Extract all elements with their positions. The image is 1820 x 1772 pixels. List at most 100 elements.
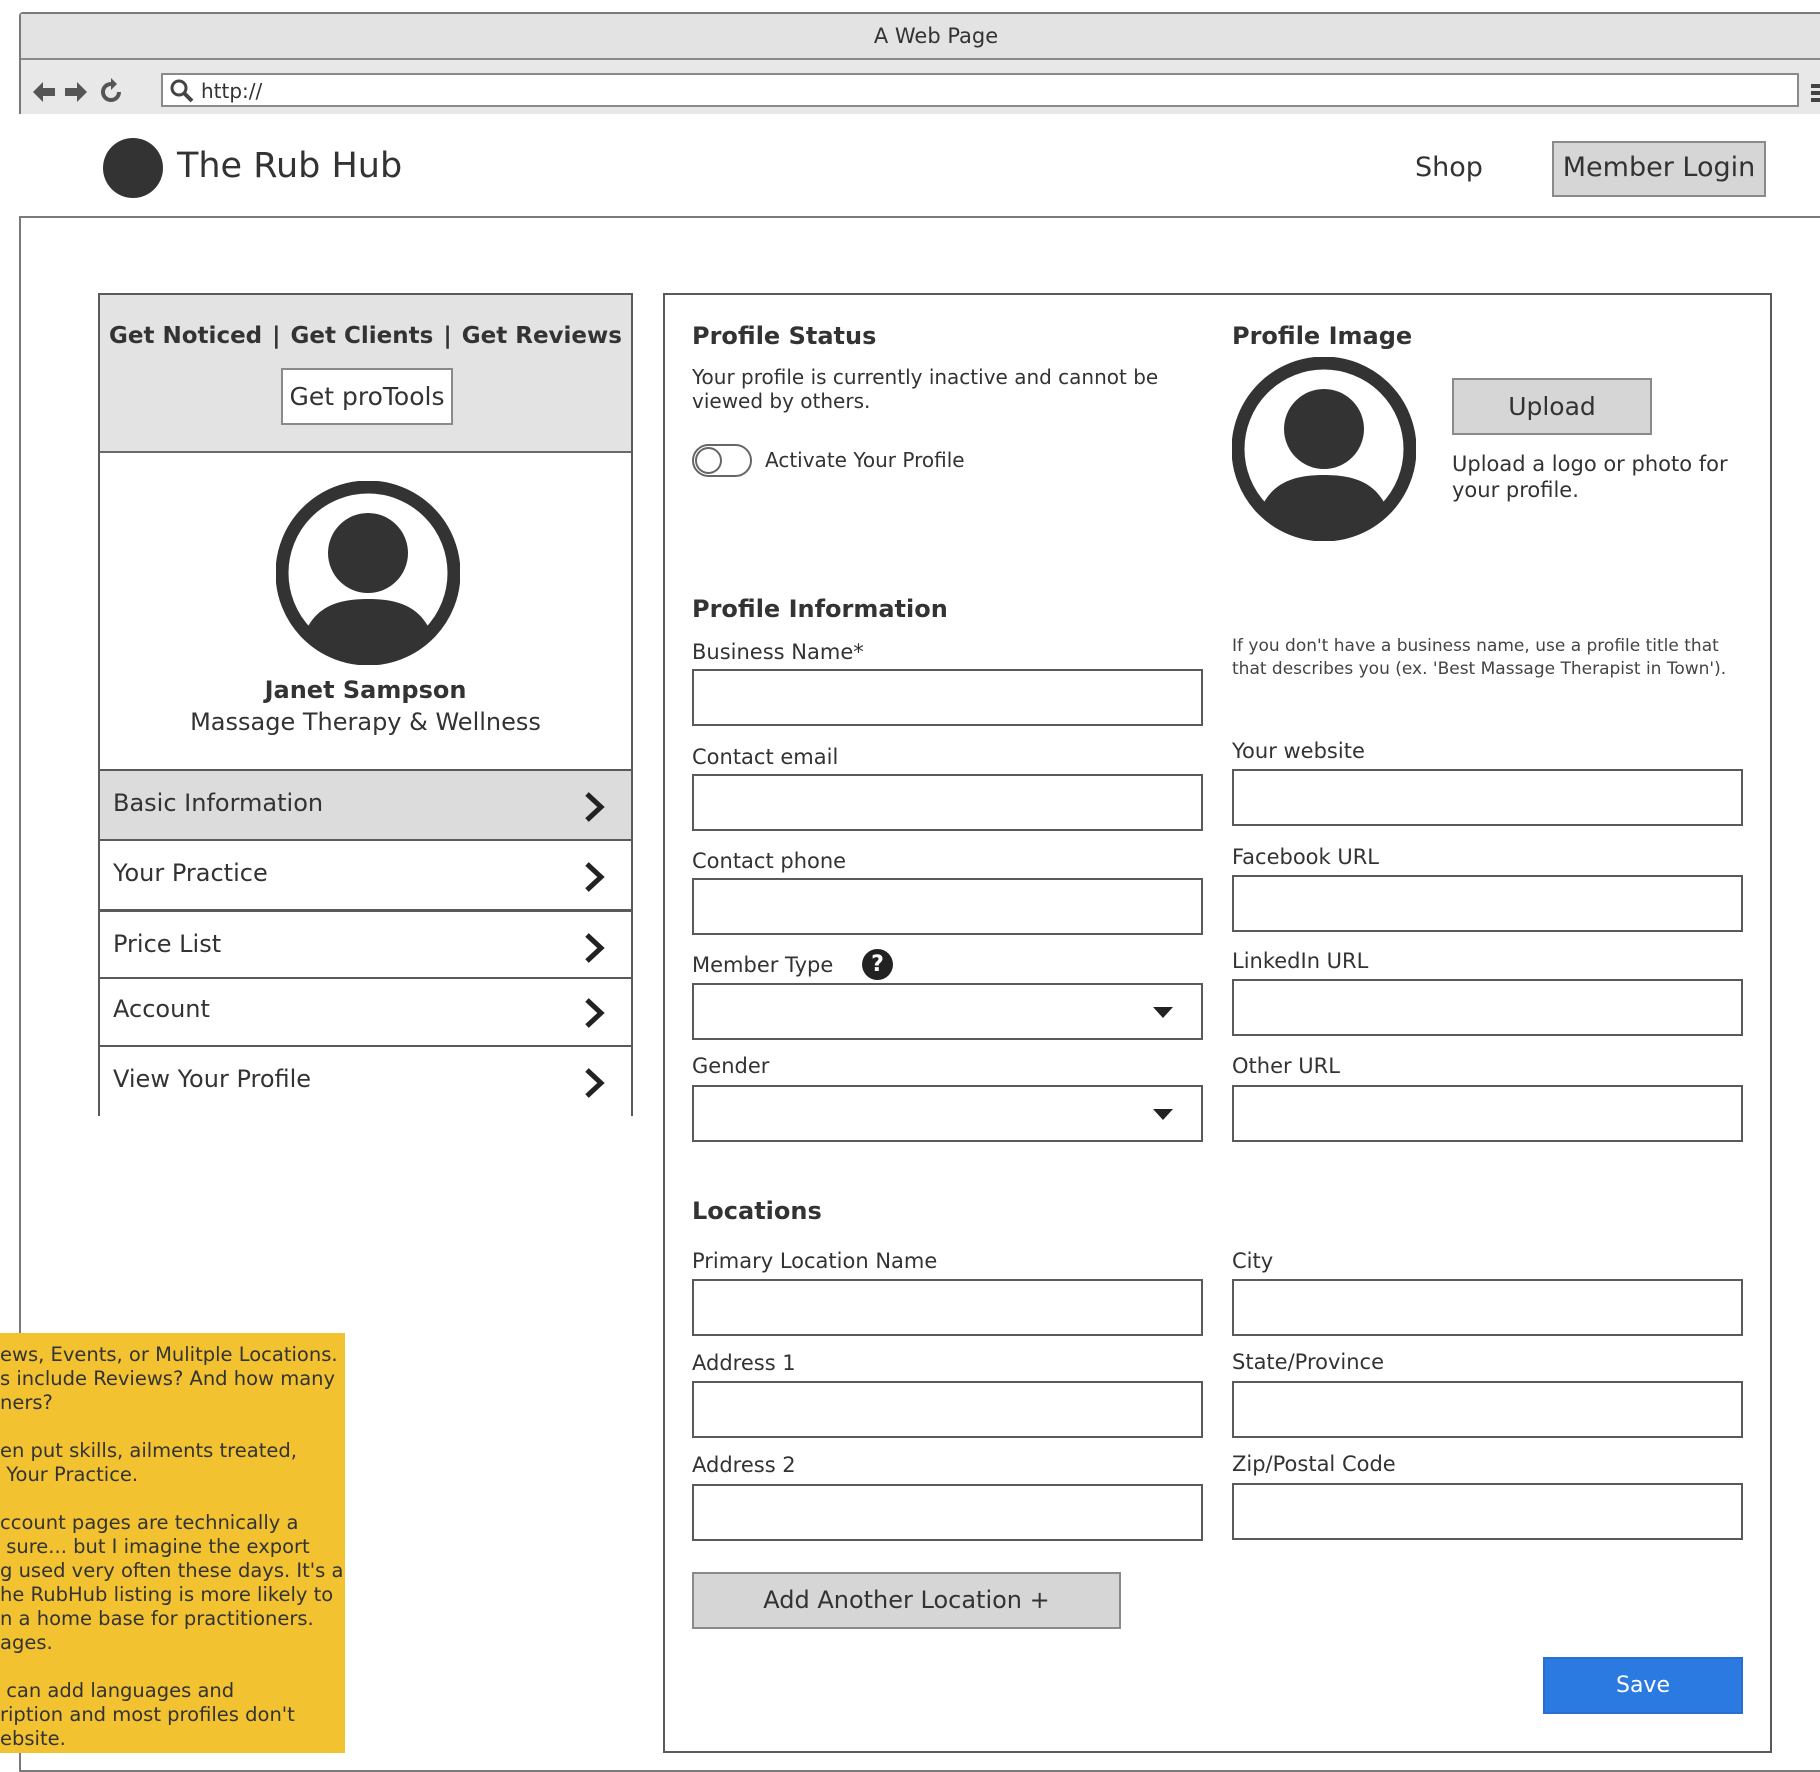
other-url-input[interactable]: [1232, 1085, 1743, 1142]
save-button[interactable]: Save: [1543, 1657, 1743, 1714]
locations-heading: Locations: [692, 1197, 822, 1225]
business-name-input[interactable]: [692, 669, 1203, 726]
member-type-select[interactable]: [692, 983, 1203, 1040]
linkedin-url-input[interactable]: [1232, 979, 1743, 1036]
business-name-hint: that describes you (ex. 'Best Massage Th…: [1232, 659, 1727, 679]
profile-status-heading: Profile Status: [692, 322, 877, 350]
sidebar-item-price-list[interactable]: Price List: [100, 909, 631, 977]
promo-links: Get Noticed | Get Clients | Get Reviews: [100, 323, 631, 349]
chevron-right-icon: [585, 933, 605, 963]
sidebar-item-label: Basic Information: [113, 789, 324, 817]
member-type-label: Member Type: [692, 953, 834, 977]
sidebar-item-label: View Your Profile: [113, 1065, 312, 1093]
browser-title: A Web Page: [873, 24, 999, 48]
search-icon: [170, 79, 194, 103]
browser-titlebar: A Web Page: [21, 14, 1820, 60]
forward-arrow-icon[interactable]: [61, 77, 91, 107]
activate-profile-toggle[interactable]: [692, 444, 752, 477]
sidebar-item-account[interactable]: Account: [100, 977, 631, 1045]
website-input[interactable]: [1232, 769, 1743, 826]
business-name-hint: If you don't have a business name, use a…: [1232, 636, 1719, 656]
profile-status-text: viewed by others.: [692, 389, 871, 413]
sticky-note-line: he RubHub listing is more likely to: [0, 1583, 334, 1606]
dropdown-caret-icon: [1153, 1007, 1173, 1018]
sticky-note-line: ccount pages are technically a: [0, 1511, 299, 1534]
sidebar-item-your-practice[interactable]: Your Practice: [100, 839, 631, 909]
shop-link[interactable]: Shop: [1415, 152, 1483, 183]
profile-form-panel: Profile Status Your profile is currently…: [663, 293, 1772, 1753]
url-text: http://: [201, 79, 263, 103]
user-avatar-icon: [276, 481, 460, 665]
zip-label: Zip/Postal Code: [1232, 1452, 1396, 1476]
sticky-note-line: s include Reviews? And how many: [0, 1367, 336, 1390]
profile-image-heading: Profile Image: [1232, 322, 1413, 350]
reload-icon[interactable]: [96, 77, 126, 107]
address1-input[interactable]: [692, 1381, 1203, 1438]
site-header: The Rub Hub Shop Member Login: [19, 114, 1820, 218]
sticky-note: ews, Events, or Mulitple Locations. s inc…: [0, 1333, 345, 1753]
url-bar[interactable]: http://: [161, 73, 1799, 107]
help-icon[interactable]: ?: [862, 949, 893, 980]
chevron-right-icon: [585, 792, 605, 822]
brand-name[interactable]: The Rub Hub: [177, 146, 402, 186]
promo-separator: |: [272, 323, 281, 349]
primary-location-input[interactable]: [692, 1279, 1203, 1336]
logo-icon[interactable]: [103, 138, 163, 198]
contact-email-label: Contact email: [692, 745, 839, 769]
dropdown-caret-icon: [1153, 1109, 1173, 1120]
promo-box: Get Noticed | Get Clients | Get Reviews Get …: [100, 295, 631, 453]
primary-location-label: Primary Location Name: [692, 1249, 938, 1273]
other-url-label: Other URL: [1232, 1054, 1340, 1078]
upload-button[interactable]: Upload: [1452, 378, 1652, 435]
website-label: Your website: [1232, 739, 1365, 763]
state-input[interactable]: [1232, 1381, 1743, 1438]
sticky-note-line: g used very often these days. It's a: [0, 1559, 344, 1582]
sidebar: Get Noticed | Get Clients | Get Reviews Get …: [98, 293, 633, 1116]
gender-label: Gender: [692, 1054, 770, 1078]
zip-input[interactable]: [1232, 1483, 1743, 1540]
sidebar-item-label: Your Practice: [113, 859, 268, 887]
sticky-note-line: ebsite.: [0, 1727, 66, 1750]
promo-get-noticed: Get Noticed: [109, 323, 263, 349]
state-label: State/Province: [1232, 1350, 1385, 1374]
toggle-knob: [695, 447, 722, 474]
linkedin-url-label: LinkedIn URL: [1232, 949, 1369, 973]
member-name: Janet Sampson: [264, 676, 467, 704]
hamburger-menu-icon[interactable]: [1811, 82, 1820, 104]
facebook-url-input[interactable]: [1232, 875, 1743, 932]
sidebar-item-label: Account: [113, 995, 210, 1023]
get-protools-button[interactable]: Get proTools: [281, 368, 453, 425]
back-arrow-icon[interactable]: [29, 77, 59, 107]
member-login-button[interactable]: Member Login: [1552, 141, 1766, 197]
sidebar-item-basic-information[interactable]: Basic Information: [100, 769, 631, 839]
contact-phone-input[interactable]: [692, 878, 1203, 935]
sidebar-item-view-your-profile[interactable]: View Your Profile: [100, 1045, 631, 1116]
chevron-right-icon: [585, 998, 605, 1028]
sidebar-item-label: Price List: [113, 930, 222, 958]
sticky-note-line: ages.: [0, 1631, 53, 1654]
sticky-note-line: sure... but I imagine the export: [0, 1535, 310, 1558]
sticky-note-line: [0, 1415, 325, 1439]
sticky-note-line: ners?: [0, 1391, 53, 1414]
upload-hint: your profile.: [1452, 478, 1579, 502]
promo-separator: |: [443, 323, 452, 349]
contact-email-input[interactable]: [692, 774, 1203, 831]
city-label: City: [1232, 1249, 1274, 1273]
gender-select[interactable]: [692, 1085, 1203, 1142]
promo-get-reviews: Get Reviews: [461, 323, 622, 349]
address1-label: Address 1: [692, 1351, 796, 1375]
sticky-note-line: ews, Events, or Mulitple Locations.: [0, 1343, 338, 1366]
profile-information-heading: Profile Information: [692, 595, 948, 623]
city-input[interactable]: [1232, 1279, 1743, 1336]
address2-label: Address 2: [692, 1453, 796, 1477]
sticky-note-line: [0, 1487, 325, 1511]
profile-card: Janet Sampson Massage Therapy & Wellness: [100, 453, 631, 763]
sticky-note-line: n a home base for practitioners.: [0, 1607, 314, 1630]
address2-input[interactable]: [692, 1484, 1203, 1541]
business-name-label: Business Name*: [692, 640, 864, 664]
sticky-note-line: ription and most profiles don't: [0, 1703, 295, 1726]
promo-get-clients: Get Clients: [290, 323, 434, 349]
add-location-button[interactable]: Add Another Location +: [692, 1572, 1121, 1629]
sticky-note-line: [0, 1655, 325, 1679]
facebook-url-label: Facebook URL: [1232, 845, 1380, 869]
